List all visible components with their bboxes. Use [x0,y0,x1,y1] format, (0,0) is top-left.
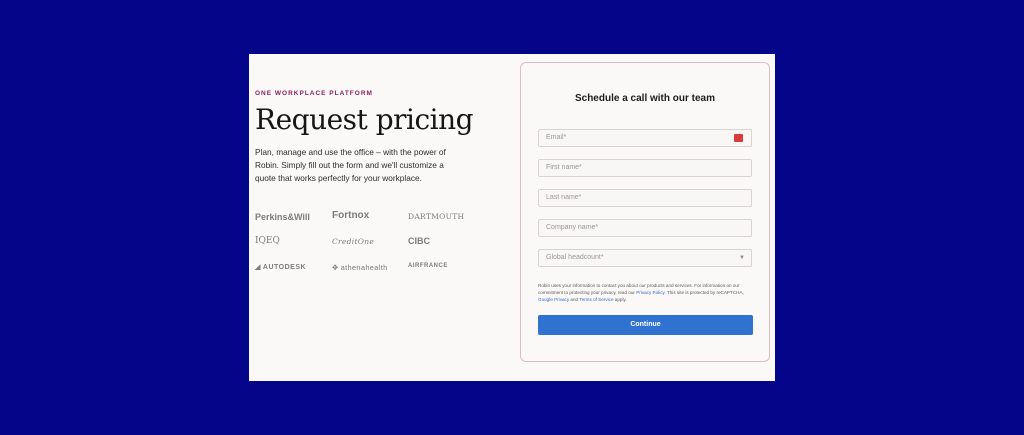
logo-cibc: CIBC [408,236,430,246]
first-name-field[interactable]: First name* [538,159,752,177]
privacy-policy-link[interactable]: Privacy Policy [636,290,664,295]
chevron-down-icon: ▼ [739,255,745,261]
email-placeholder: Email* [546,134,567,141]
headcount-placeholder: Global headcount* [546,254,604,261]
customer-logos: Perkins&Will Fortnox DARTMOUTH IQEQ Cred… [255,210,485,272]
logo-athenahealth: ✥ athenahealth [332,263,388,272]
consent-text: Robin uses your information to contact y… [538,283,744,302]
continue-button[interactable]: Continue [538,315,753,335]
logo-autodesk: ◢ AUTODESK [255,264,307,271]
pricing-card: ONE WORKPLACE PLATFORM Request pricing P… [249,54,775,381]
headcount-select[interactable]: Global headcount* ▼ [538,249,752,267]
logo-perkins-will: Perkins&Will [255,212,310,222]
logo-airfrance: AIRFRANCE [408,263,448,269]
last-name-placeholder: Last name* [546,194,582,201]
intro-description: Plan, manage and use the office – with t… [255,147,446,183]
schedule-form: Schedule a call with our team Email* Fir… [520,62,770,362]
page-title: Request pricing [255,103,474,136]
autodesk-mark-icon: ◢ [255,264,261,271]
email-field[interactable]: Email* [538,129,752,147]
terms-of-service-link[interactable]: Terms of Service [579,297,613,302]
autofill-icon[interactable] [734,134,743,142]
first-name-placeholder: First name* [546,164,582,171]
company-name-field[interactable]: Company name* [538,219,752,237]
eyebrow-label: ONE WORKPLACE PLATFORM [255,90,373,97]
logo-dartmouth: DARTMOUTH [408,212,465,221]
logo-fortnox: Fortnox [332,210,370,221]
google-privacy-link[interactable]: Google Privacy [538,297,569,302]
athenahealth-mark-icon: ✥ [332,263,339,272]
intro-column: ONE WORKPLACE PLATFORM Request pricing P… [255,54,515,381]
form-title: Schedule a call with our team [574,93,716,104]
logo-iqeq: IQEQ [255,236,280,246]
logo-creditone: CreditOne [332,237,375,246]
company-name-placeholder: Company name* [546,224,599,231]
last-name-field[interactable]: Last name* [538,189,752,207]
